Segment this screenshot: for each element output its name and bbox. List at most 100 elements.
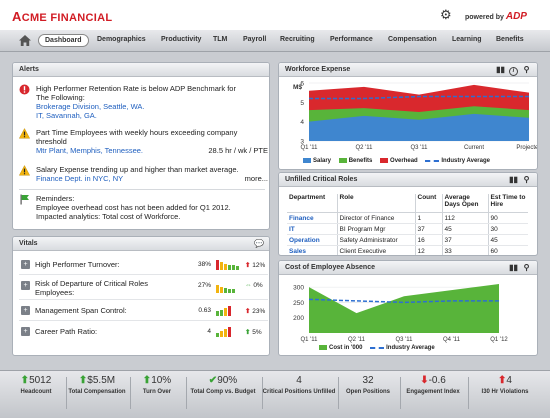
bar-chart-icon[interactable]: ▮▮: [509, 175, 518, 184]
trend-indicator: ⬆ 23%: [245, 308, 266, 315]
arrow-up-icon: ⬆: [142, 375, 152, 386]
legend-benefits: Benefits: [338, 158, 372, 164]
table-row[interactable]: Finance Director of Finance 1 112 90: [287, 212, 528, 224]
y-tick-label: 200: [293, 315, 304, 322]
table-cell: Director of Finance: [336, 212, 415, 224]
vital-value: 27%: [197, 282, 211, 289]
gear-icon[interactable]: ⚙: [440, 8, 454, 22]
vital-row[interactable]: + Management Span Control: 0.63 ⬆ 23%: [19, 301, 268, 321]
alert-text: The Following:: [36, 93, 85, 102]
metric-headcount[interactable]: ⬆5012 Headcount: [8, 375, 64, 395]
tab-benefits[interactable]: Benefits: [496, 36, 524, 43]
table-cell[interactable]: IT: [287, 223, 337, 235]
table-cell: 45: [487, 234, 528, 246]
alert-link[interactable]: Finance Dept. in NYC, NY: [36, 174, 123, 183]
warning-icon: [19, 128, 30, 139]
table-cell[interactable]: Operation: [287, 234, 337, 246]
error-icon: [19, 84, 30, 95]
x-tick-label: Q1 '12: [490, 337, 508, 343]
alert-part-time[interactable]: Part Time Employees with weekly hours ex…: [19, 128, 268, 160]
trend-indicator: ⬆ 5%: [245, 329, 262, 336]
alert-text: Impacted analytics: Total cost of Workfo…: [36, 212, 181, 221]
table-cell: Client Executive: [336, 245, 415, 255]
bar-chart-icon[interactable]: ▮▮: [509, 263, 518, 272]
legend-industry: Industry Average: [425, 158, 490, 164]
alert-link[interactable]: Mtr Plant, Memphis, Tennessee.: [36, 146, 143, 155]
table-row[interactable]: Sales Client Executive 12 33 60: [287, 245, 528, 255]
alert-link[interactable]: Brokerage Division, Seattle, WA.: [36, 102, 268, 111]
critical-roles-title: Unfilled Critical Roles ▮▮ ⚲: [279, 173, 537, 187]
workforce-expense-title: Workforce Expense ▮▮ i ⚲: [279, 63, 537, 77]
critical-roles-table: Department Role Count Average Days Open …: [287, 194, 528, 255]
comment-icon[interactable]: 💬: [254, 239, 264, 248]
vital-row[interactable]: + Risk of Departure of Critical Roles Em…: [19, 276, 268, 300]
x-tick-label: Q2 '11: [355, 145, 373, 151]
metric-comp-vs-budget[interactable]: ✔90% Total Comp vs. Budget: [186, 375, 260, 395]
expand-icon[interactable]: +: [21, 281, 30, 290]
tab-dashboard[interactable]: Dashboard: [38, 34, 89, 47]
x-tick-label: Current: [464, 145, 484, 151]
sparkbar-icon: [216, 327, 231, 337]
metric-open-positions[interactable]: 32 Open Positions: [338, 375, 398, 395]
expand-icon[interactable]: +: [21, 306, 30, 315]
table-row[interactable]: Operation Safety Administrator 16 37 45: [287, 234, 528, 246]
tab-compensation[interactable]: Compensation: [388, 36, 437, 43]
x-tick-label: Q3 '11: [410, 145, 428, 151]
info-icon[interactable]: i: [509, 67, 518, 76]
table-cell: 12: [414, 245, 442, 255]
table-cell: 33: [441, 245, 488, 255]
alert-text: Salary Expense trending up and higher th…: [36, 165, 239, 174]
trend-indicator: ⬆ 12%: [245, 262, 266, 269]
metric-engagement-index[interactable]: ⬇-0.6 Engagement Index: [400, 375, 466, 395]
bar-chart-icon[interactable]: ▮▮: [496, 65, 505, 74]
metric-turn-over[interactable]: ⬆10% Turn Over: [130, 375, 184, 395]
table-cell: 30: [487, 223, 528, 235]
tab-productivity[interactable]: Productivity: [161, 36, 201, 43]
table-cell: 45: [441, 223, 488, 235]
arrow-flat-icon: ⇔: [245, 282, 252, 289]
alert-salary[interactable]: Salary Expense trending up and higher th…: [19, 165, 268, 187]
vital-row[interactable]: + Career Path Ratio: 4 ⬆ 5%: [19, 322, 268, 342]
table-cell: 37: [414, 223, 442, 235]
table-cell[interactable]: Finance: [287, 212, 337, 224]
vital-label: High Performer Turnover:: [35, 260, 120, 269]
metric-hr-violations[interactable]: ⬆4 I30 Hr Violations: [468, 375, 542, 395]
checkmark-icon: ✔: [208, 375, 218, 386]
tab-performance[interactable]: Performance: [330, 36, 373, 43]
alert-text: High Performer Retention Rate is below A…: [36, 84, 236, 93]
sparkbar-icon: [216, 306, 231, 316]
x-tick-label: Q2 '11: [348, 337, 366, 343]
metric-critical-positions[interactable]: 4 Critical Positions Unfilled: [262, 375, 336, 395]
alert-retention[interactable]: High Performer Retention Rate is below A…: [19, 84, 268, 126]
alert-reminders[interactable]: Reminders: Employee overhead cost has no…: [19, 194, 268, 226]
y-tick-label: 300: [293, 285, 304, 292]
zoom-icon[interactable]: ⚲: [522, 65, 531, 74]
metric-total-compensation[interactable]: ⬆$5.5M Total Compensation: [66, 375, 128, 395]
table-header-row: Department Role Count Average Days Open …: [287, 194, 528, 213]
vital-row[interactable]: + High Performer Turnover: 38% ⬆ 12%: [19, 255, 268, 275]
workforce-expense-chart: M$3456Q1 '11Q2 '11Q3 '11CurrentProjected: [293, 81, 537, 152]
arrow-up-icon: ⬆: [245, 262, 251, 269]
tab-learning[interactable]: Learning: [452, 36, 482, 43]
arrow-up-icon: ⬆: [245, 329, 251, 336]
zoom-icon[interactable]: ⚲: [522, 263, 531, 272]
table-cell: 37: [441, 234, 488, 246]
zoom-icon[interactable]: ⚲: [522, 175, 531, 184]
more-link[interactable]: more...: [245, 174, 268, 183]
column-header: Est Time to Hire: [487, 194, 528, 213]
tab-payroll[interactable]: Payroll: [243, 36, 266, 43]
expand-icon[interactable]: +: [21, 260, 30, 269]
home-icon[interactable]: [18, 34, 32, 47]
table-row[interactable]: IT BI Program Mgr 37 45 30: [287, 223, 528, 235]
legend-cost: Cost in '000: [319, 345, 362, 351]
vitals-panel: Vitals 💬 + High Performer Turnover: 38% …: [12, 236, 270, 356]
y-tick-label: 250: [293, 300, 304, 307]
tab-tlm[interactable]: TLM: [213, 36, 227, 43]
expand-icon[interactable]: +: [21, 327, 30, 336]
critical-roles-panel: Unfilled Critical Roles ▮▮ ⚲ Department R…: [278, 172, 538, 256]
alert-link[interactable]: IT, Savannah, GA.: [36, 111, 268, 120]
workforce-expense-legend: Salary Benefits Overhead Industry Averag…: [303, 158, 496, 164]
table-cell[interactable]: Sales: [287, 245, 337, 255]
tab-recruiting[interactable]: Recruiting: [280, 36, 315, 43]
tab-demographics[interactable]: Demographics: [97, 36, 146, 43]
